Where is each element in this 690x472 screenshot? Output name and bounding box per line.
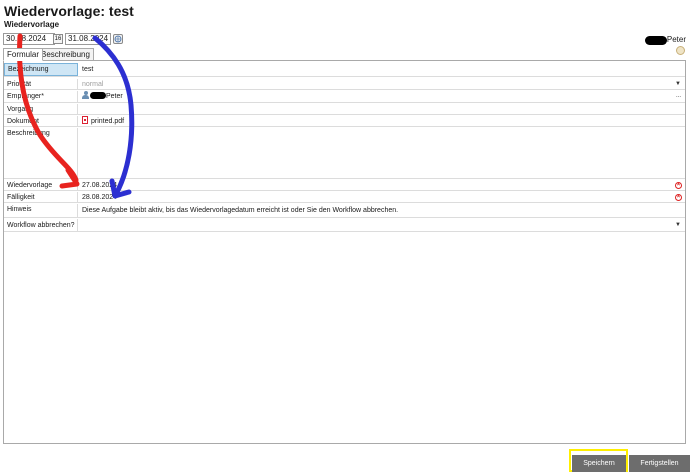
label-vorgang: Vorgang [4,104,78,114]
row-beschreibung: Beschreibung [4,128,685,179]
prioritaet-value: normal [82,81,104,88]
window-title: Wiedervorlage: test [4,3,134,19]
form-panel: Bezeichnung test Priorität normal ▼ Empfä… [3,60,686,444]
user-name: Peter [666,35,686,44]
label-faelligkeit: Fälligkeit [4,192,78,202]
empfaenger-value: Peter [106,93,123,100]
more-button[interactable]: ... [676,91,681,102]
redacted-avatar [644,35,667,45]
clear-icon[interactable]: × [675,182,682,189]
end-date-input[interactable]: 31.08.2024 [65,33,111,45]
faelligkeit-value: 28.08.2024 [82,194,118,201]
calendar-button-start[interactable]: 16 [53,34,63,44]
row-faelligkeit: Fälligkeit 28.08.2024 × [4,192,685,203]
chevron-down-icon: ▼ [675,81,681,87]
clear-icon[interactable]: × [675,194,682,201]
label-empfaenger: Empfänger* [4,91,78,102]
label-beschreibung: Beschreibung [4,128,78,178]
person-icon [82,91,89,99]
row-wiedervorlage: Wiedervorlage 27.08.2024 × [4,180,685,191]
prioritaet-select[interactable]: normal ▼ [78,79,685,89]
row-bezeichnung: Bezeichnung test [4,63,685,77]
settings-icon[interactable] [676,46,685,55]
row-vorgang: Vorgang [4,104,685,115]
wiedervorlage-field[interactable]: 27.08.2024 × [78,180,685,190]
dokument-field[interactable]: printed.pdf [78,116,685,126]
chevron-down-icon: ▼ [675,222,681,228]
tab-formular[interactable]: Formular [3,48,44,61]
row-hinweis: Hinweis Diese Aufgabe bleibt aktiv, bis … [4,204,685,218]
complete-button[interactable]: Fertigstellen [629,455,690,472]
label-dokument: Dokument [4,116,78,126]
hinweis-text: Diese Aufgabe bleibt aktiv, bis das Wied… [82,207,399,214]
empfaenger-field[interactable]: Peter ... [78,91,685,102]
label-workflow-abbrechen: Workflow abbrechen? [4,219,78,231]
window-subtitle: Wiedervorlage [4,20,60,29]
calendar-icon[interactable] [113,34,123,44]
save-button[interactable]: Speichern [572,455,626,472]
row-dokument: Dokument printed.pdf [4,116,685,127]
vorgang-field[interactable] [78,104,685,114]
workflow-abbrechen-select[interactable]: ▼ [78,219,685,231]
redacted-name [90,92,106,99]
label-prioritaet: Priorität [4,79,78,89]
bezeichnung-field[interactable]: test [78,63,685,76]
faelligkeit-field[interactable]: 28.08.2024 × [78,192,685,202]
row-empfaenger: Empfänger* Peter ... [4,91,685,103]
label-bezeichnung: Bezeichnung [4,63,78,76]
current-user: Peter [644,35,686,45]
dokument-link[interactable]: printed.pdf [91,118,124,125]
label-hinweis: Hinweis [4,204,78,217]
row-workflow-abbrechen: Workflow abbrechen? ▼ [4,219,685,232]
start-date-input[interactable]: 30.08.2024 [3,33,55,45]
pdf-icon [82,116,88,124]
beschreibung-field[interactable] [78,128,685,178]
wiedervorlage-value: 27.08.2024 [82,182,118,189]
row-prioritaet: Priorität normal ▼ [4,79,685,90]
label-wiedervorlage: Wiedervorlage [4,180,78,190]
